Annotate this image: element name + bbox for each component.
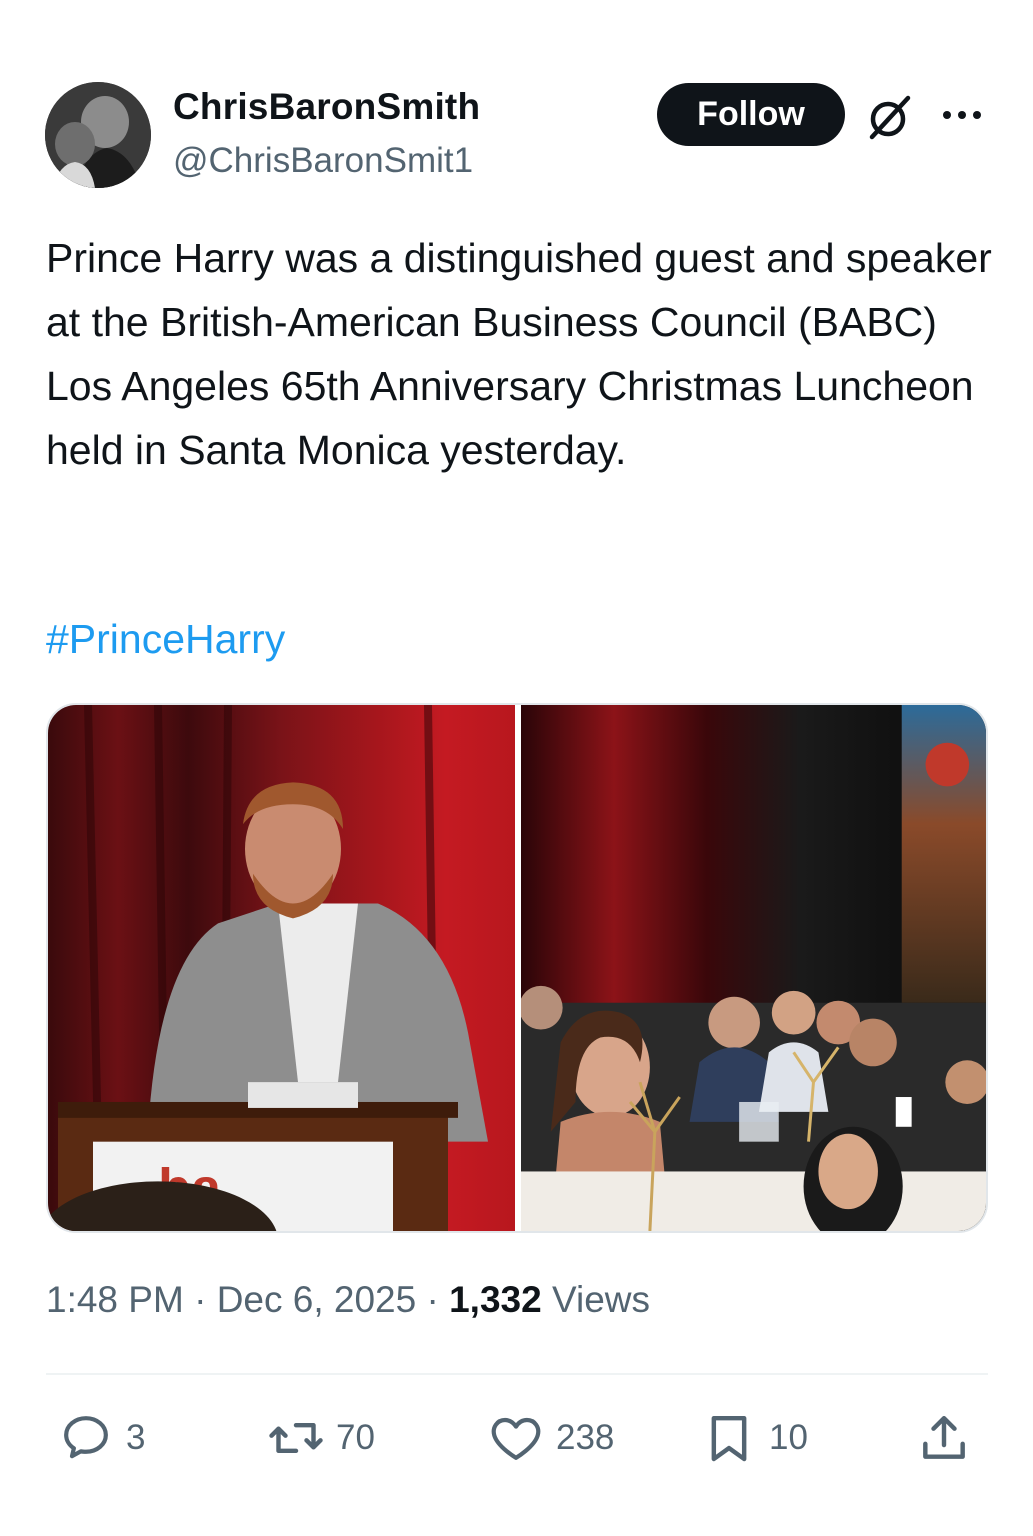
like-count: 238 bbox=[556, 1418, 615, 1457]
avatar-image bbox=[45, 82, 151, 188]
photo-speaker-at-podium[interactable]: ba bbox=[48, 705, 515, 1231]
reply-button[interactable]: 3 bbox=[58, 1403, 145, 1473]
tweet-date[interactable]: Dec 6, 2025 bbox=[217, 1279, 417, 1320]
avatar[interactable] bbox=[45, 82, 151, 188]
bookmark-button[interactable]: 10 bbox=[701, 1403, 808, 1473]
media-grid: ba bbox=[46, 703, 988, 1233]
share-icon bbox=[923, 1415, 965, 1459]
views-label: Views bbox=[551, 1279, 651, 1320]
author-handle[interactable]: @ChrisBaronSmit1 bbox=[173, 141, 473, 181]
more-options-icon[interactable] bbox=[940, 100, 984, 130]
bookmark-icon bbox=[711, 1415, 747, 1462]
action-bar: 3 70 238 10 bbox=[46, 1403, 988, 1473]
tweet-time[interactable]: 1:48 PM bbox=[46, 1279, 184, 1320]
repost-icon bbox=[269, 1422, 323, 1454]
bookmark-count: 10 bbox=[769, 1418, 808, 1457]
heart-icon bbox=[491, 1417, 541, 1460]
repost-button[interactable]: 70 bbox=[268, 1403, 375, 1473]
photo-luncheon-guests[interactable] bbox=[521, 705, 986, 1231]
grok-icon[interactable] bbox=[866, 93, 914, 141]
repost-count: 70 bbox=[336, 1418, 375, 1457]
share-button[interactable] bbox=[916, 1403, 972, 1473]
like-button[interactable]: 238 bbox=[488, 1403, 614, 1473]
meta-separator: · bbox=[426, 1279, 439, 1320]
reply-icon bbox=[64, 1416, 108, 1459]
tweet-meta: 1:48 PM · Dec 6, 2025 · 1,332 Views bbox=[46, 1279, 650, 1321]
tweet-text: Prince Harry was a distinguished guest a… bbox=[46, 235, 992, 473]
hashtag-link[interactable]: #PrinceHarry bbox=[46, 607, 285, 671]
follow-button[interactable]: Follow bbox=[657, 83, 845, 146]
divider bbox=[46, 1373, 988, 1375]
views-count: 1,332 bbox=[449, 1279, 542, 1320]
meta-separator: · bbox=[194, 1279, 207, 1320]
author-display-name[interactable]: ChrisBaronSmith bbox=[173, 86, 480, 128]
reply-count: 3 bbox=[126, 1418, 146, 1457]
